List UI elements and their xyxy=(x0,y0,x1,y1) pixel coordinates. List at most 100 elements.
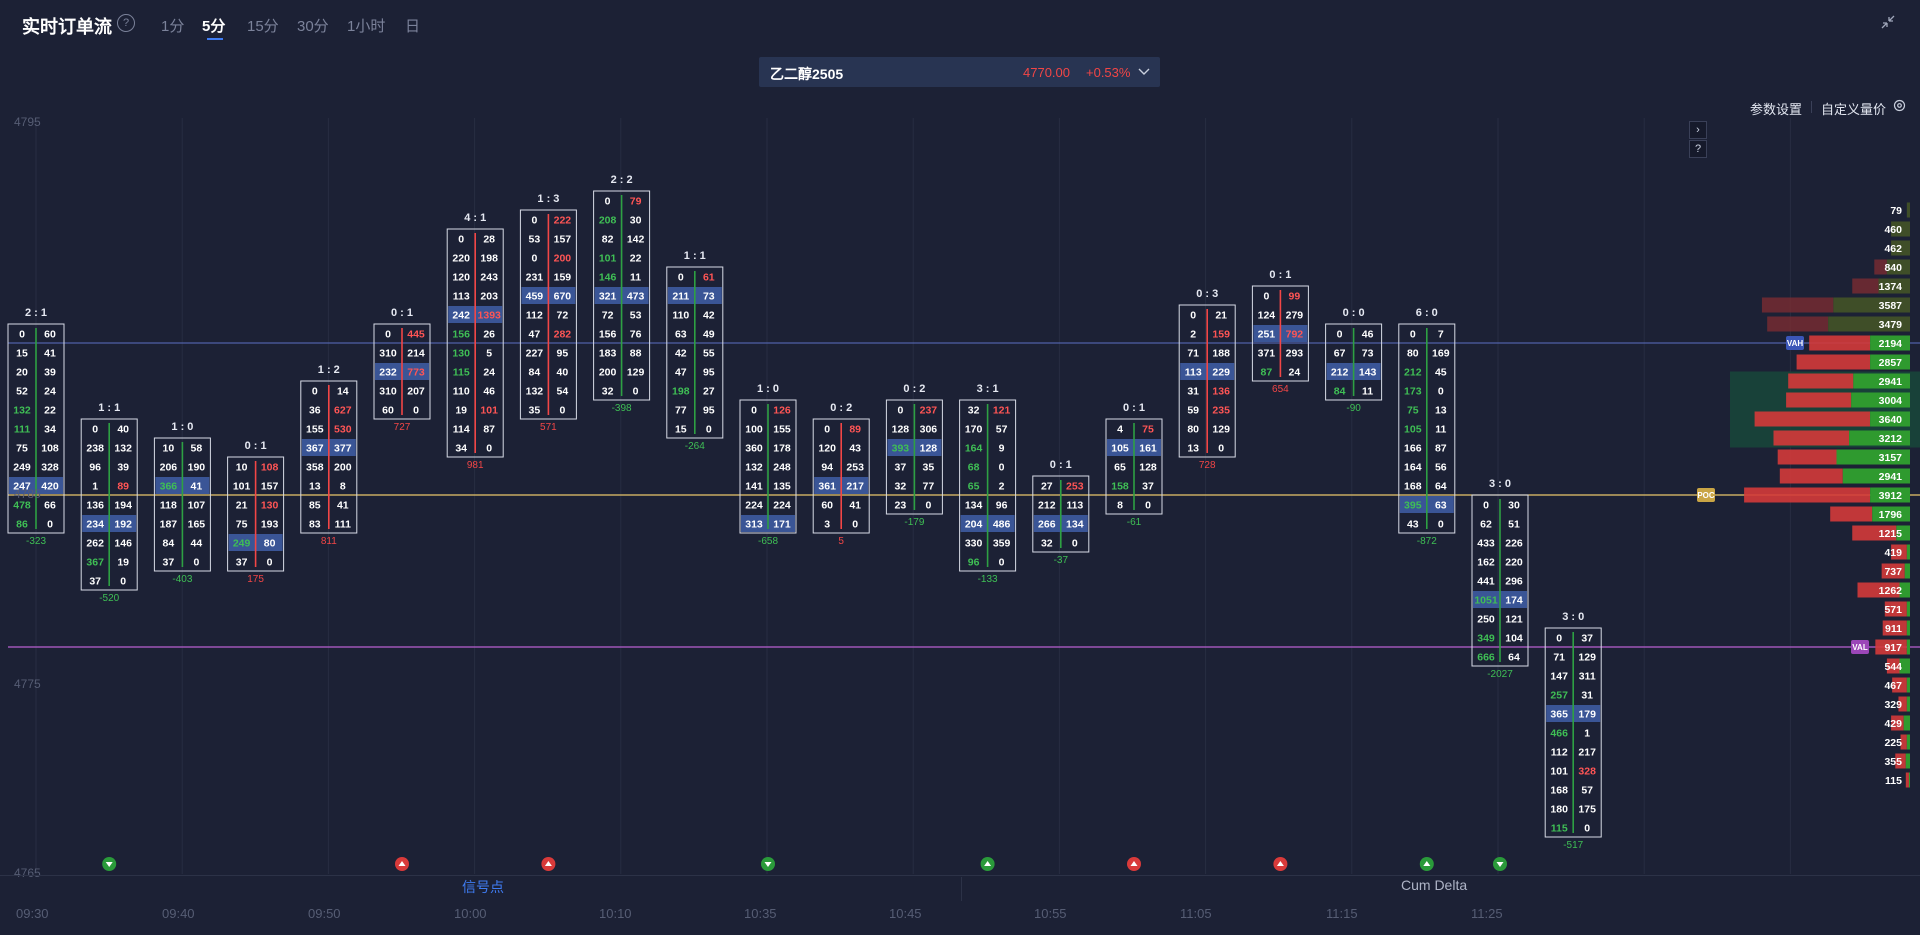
bar-ask-value: 253 xyxy=(1066,481,1084,493)
bar-ratio: 1 : 2 xyxy=(318,364,340,376)
bar-bid-value: 371 xyxy=(1258,348,1276,360)
bar-bid-value: 71 xyxy=(1553,652,1565,664)
bar-ratio: 2 : 1 xyxy=(25,307,47,319)
bar-ask-value: 76 xyxy=(630,329,642,341)
bar-bid-value: 162 xyxy=(1477,557,1495,569)
bar-bid-value: 0 xyxy=(531,215,537,227)
profile-volume: 911 xyxy=(1885,623,1902,635)
bar-ask-value: 132 xyxy=(114,443,132,455)
bar-bid-value: 37 xyxy=(236,557,248,569)
bar-bid-value: 85 xyxy=(309,500,321,512)
bar-bid-value: 164 xyxy=(1404,462,1422,474)
x-axis-label: 10:00 xyxy=(454,906,487,921)
profile-buy-bar xyxy=(1906,696,1910,712)
bar-ask-value: 95 xyxy=(703,367,715,379)
bar-ask-value: 171 xyxy=(773,519,791,531)
bar-ask-value: 57 xyxy=(1581,785,1593,797)
bar-ratio: 0 : 1 xyxy=(1050,459,1072,471)
bar-bid-value: 23 xyxy=(895,500,907,512)
bar-bid-value: 459 xyxy=(526,291,544,303)
bar-ask-value: 311 xyxy=(1579,671,1596,683)
bar-ask-value: 22 xyxy=(44,405,56,417)
bar-ask-value: 134 xyxy=(1066,519,1084,531)
bar-ask-value: 87 xyxy=(1435,443,1447,455)
bar-ask-value: 107 xyxy=(188,500,206,512)
bar-ask-value: 96 xyxy=(996,500,1008,512)
bar-ask-value: 0 xyxy=(1072,538,1078,550)
bar-ask-value: 56 xyxy=(1435,462,1447,474)
bar-bid-value: 8 xyxy=(1117,500,1123,512)
bar-ratio: 2 : 2 xyxy=(611,174,633,186)
bar-bid-value: 134 xyxy=(965,500,983,512)
bar-bid-value: 173 xyxy=(1404,386,1422,398)
bar-bid-value: 60 xyxy=(382,405,394,417)
bar-ask-value: 214 xyxy=(407,348,425,360)
profile-volume: 1262 xyxy=(1879,585,1903,597)
val-tag: VAL xyxy=(1852,643,1868,652)
bar-ask-value: 0 xyxy=(1438,519,1444,531)
bar-ask-value: 135 xyxy=(773,481,791,493)
bar-ratio: 0 : 3 xyxy=(1196,288,1218,300)
bar-ask-value: 111 xyxy=(335,519,352,531)
bar-ask-value: 11 xyxy=(1362,386,1373,398)
bar-ask-value: 237 xyxy=(920,405,938,417)
bar-ask-value: 61 xyxy=(703,272,715,284)
bar-bid-value: 249 xyxy=(233,538,251,550)
bar-bid-value: 200 xyxy=(599,367,617,379)
bar-bid-value: 156 xyxy=(599,329,617,341)
bar-bid-value: 36 xyxy=(309,405,321,417)
bar-ask-value: 194 xyxy=(114,500,132,512)
bar-bid-value: 0 xyxy=(531,253,537,265)
bar-ask-value: 175 xyxy=(1578,804,1596,816)
bar-ask-value: 306 xyxy=(920,424,938,436)
bar-bid-value: 251 xyxy=(1258,329,1276,341)
bar-ask-value: 0 xyxy=(852,519,858,531)
profile-sell-bar xyxy=(1786,392,1852,408)
profile-volume: 419 xyxy=(1884,547,1902,559)
footprint-chart[interactable]: 2 : 10 6015 4120 3952 24132 22111 3475 108249 32… xyxy=(0,0,1920,875)
bar-ask-value: 41 xyxy=(191,481,203,493)
tab-cum-delta[interactable]: Cum Delta xyxy=(1401,877,1467,893)
bar-bid-value: 132 xyxy=(745,462,763,474)
profile-sell-bar xyxy=(1779,468,1843,484)
bar-delta: 654 xyxy=(1272,384,1289,395)
bar-bid-value: 266 xyxy=(1038,519,1056,531)
x-axis-label: 11:05 xyxy=(1180,906,1212,921)
bar-ask-value: 24 xyxy=(44,386,56,398)
bar-ask-value: 128 xyxy=(920,443,938,455)
bar-ask-value: 77 xyxy=(923,481,935,493)
profile-sell-bar xyxy=(1767,316,1829,332)
bar-bid-value: 212 xyxy=(1404,367,1422,379)
bar-bid-value: 204 xyxy=(965,519,983,531)
bar-ask-value: 279 xyxy=(1286,310,1304,322)
bar-bid-value: 0 xyxy=(458,234,464,246)
profile-volume: 1374 xyxy=(1879,281,1903,293)
bar-bid-value: 75 xyxy=(16,443,28,455)
bar-bid-value: 60 xyxy=(821,500,833,512)
bar-delta: -2027 xyxy=(1487,669,1513,680)
bar-ask-value: 200 xyxy=(554,253,572,265)
bar-ratio: 1 : 1 xyxy=(98,402,120,414)
bar-bid-value: 75 xyxy=(236,519,248,531)
bar-bid-value: 32 xyxy=(1041,538,1053,550)
bar-ask-value: 359 xyxy=(993,538,1011,550)
bar-bid-value: 59 xyxy=(1187,405,1199,417)
profile-buy-bar xyxy=(1906,544,1910,560)
profile-volume: 2941 xyxy=(1879,376,1903,388)
bar-bid-value: 113 xyxy=(453,291,470,303)
bar-ask-value: 136 xyxy=(1212,386,1230,398)
tab-signal-points[interactable]: 信号点 xyxy=(462,877,504,897)
bar-delta: 175 xyxy=(247,574,264,585)
bar-ask-value: 420 xyxy=(41,481,59,493)
bar-bid-value: 367 xyxy=(306,443,324,455)
y-axis-label: 4795 xyxy=(14,115,41,129)
bar-bid-value: 441 xyxy=(1477,576,1495,588)
bar-ask-value: 253 xyxy=(846,462,864,474)
bar-bid-value: 349 xyxy=(1477,633,1495,645)
bar-bid-value: 0 xyxy=(1410,329,1416,341)
bar-bid-value: 87 xyxy=(1261,367,1273,379)
bar-bid-value: 250 xyxy=(1477,614,1495,626)
bar-ask-value: 89 xyxy=(117,481,129,493)
bar-bid-value: 105 xyxy=(1111,443,1129,455)
bar-ask-value: 89 xyxy=(849,424,861,436)
